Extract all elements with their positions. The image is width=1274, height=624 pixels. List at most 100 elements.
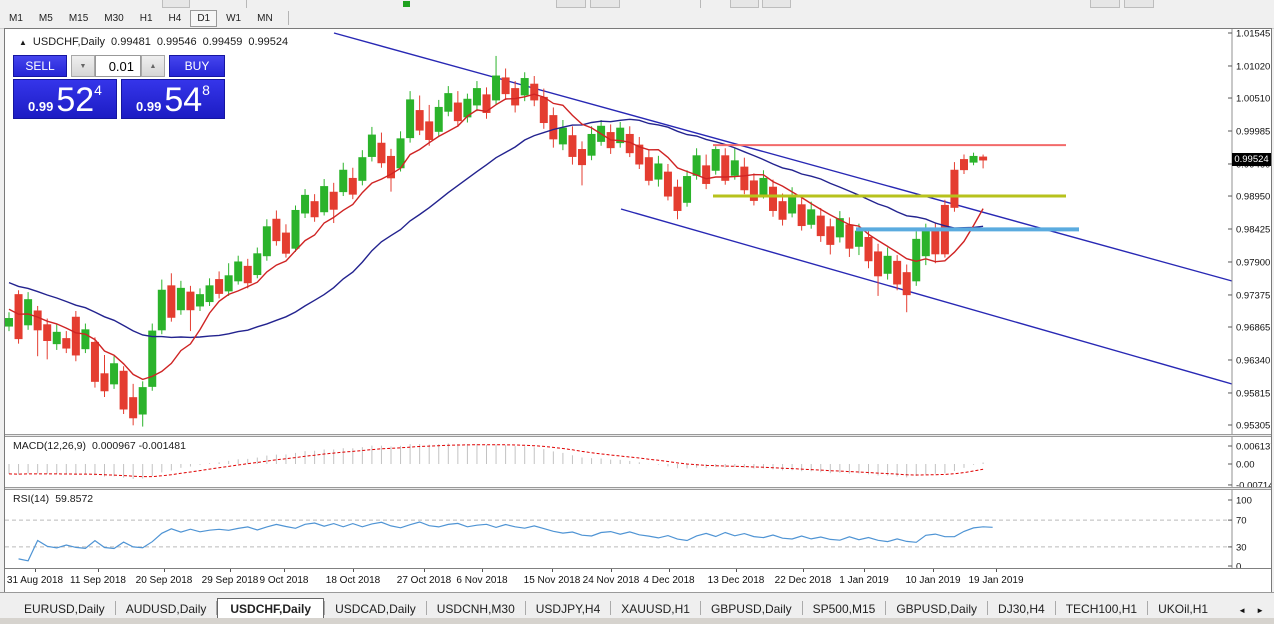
buy-button[interactable]: BUY <box>169 55 225 77</box>
svg-text:1.00510: 1.00510 <box>1236 94 1270 105</box>
buy-price-prefix: 0.99 <box>136 98 161 115</box>
macd-label: MACD(12,26,9) <box>13 440 86 452</box>
ohlc-close: 0.99524 <box>248 36 288 48</box>
tab-tech100-h1[interactable]: TECH100,H1 <box>1056 599 1147 619</box>
time-axis-tick <box>35 569 36 572</box>
time-axis-label: 29 Sep 2018 <box>202 575 259 586</box>
time-axis-tick <box>98 569 99 572</box>
time-axis-tick <box>230 569 231 572</box>
time-axis-label: 10 Jan 2019 <box>905 575 960 586</box>
buy-price-big: 54 <box>164 85 202 115</box>
time-axis-tick <box>164 569 165 572</box>
time-axis-tick <box>424 569 425 572</box>
time-axis-label: 27 Oct 2018 <box>397 575 451 586</box>
time-axis-tick <box>803 569 804 572</box>
timeframe-button-M15[interactable]: M15 <box>62 10 95 27</box>
timeframe-button-H4[interactable]: H4 <box>162 10 189 27</box>
rsi-header: RSI(14) 59.8572 <box>13 493 93 505</box>
tab-gbpusd-daily[interactable]: GBPUSD,Daily <box>886 599 987 619</box>
buy-price-button[interactable]: 0.99 54 8 <box>121 79 225 119</box>
time-axis-label: 4 Dec 2018 <box>643 575 694 586</box>
rsi-panel[interactable]: 10070300 <box>5 490 1271 568</box>
clipped-toolbar-button <box>762 0 791 8</box>
time-axis-label: 13 Dec 2018 <box>708 575 765 586</box>
svg-text:0.98950: 0.98950 <box>1236 192 1270 203</box>
tab-dj30-h4[interactable]: DJ30,H4 <box>988 599 1055 619</box>
scroll-right-icon[interactable]: ► <box>1256 606 1264 615</box>
time-axis-tick <box>353 569 354 572</box>
timeframe-button-M5[interactable]: M5 <box>32 10 60 27</box>
svg-text:1.01020: 1.01020 <box>1236 61 1270 72</box>
rsi-value: 59.8572 <box>55 493 93 505</box>
toolbar-separator <box>246 0 247 8</box>
time-axis-tick <box>284 569 285 572</box>
time-axis-label: 6 Nov 2018 <box>456 575 507 586</box>
tab-usdjpy-h4[interactable]: USDJPY,H4 <box>526 599 610 619</box>
rsi-label: RSI(14) <box>13 493 49 505</box>
current-price-value: 0.99524 <box>1234 154 1268 165</box>
svg-text:0.95305: 0.95305 <box>1236 421 1270 432</box>
macd-panel[interactable]: 0.0061370.00-0.007142 <box>5 437 1271 487</box>
volume-increase-button[interactable]: ▲ <box>141 55 165 77</box>
tab-ukoil-h1[interactable]: UKOil,H1 <box>1148 599 1218 619</box>
tab-usdcad-daily[interactable]: USDCAD,Daily <box>325 599 426 619</box>
svg-text:1.01545: 1.01545 <box>1236 29 1270 40</box>
svg-text:0.95815: 0.95815 <box>1236 388 1270 399</box>
sell-price-pip: 4 <box>94 84 102 96</box>
sell-button[interactable]: SELL <box>13 55 67 77</box>
timeframe-button-M30[interactable]: M30 <box>97 10 130 27</box>
tab-usdcnh-m30[interactable]: USDCNH,M30 <box>427 599 525 619</box>
ohlc-low: 0.99459 <box>203 36 243 48</box>
timeframe-button-W1[interactable]: W1 <box>219 10 248 27</box>
macd-values: 0.000967 -0.001481 <box>92 440 186 452</box>
ohlc-high: 0.99546 <box>157 36 197 48</box>
chart-tabs-bar: EURUSD,DailyAUDUSD,DailyUSDCHF,DailyUSDC… <box>0 592 1274 619</box>
time-axis-label: 22 Dec 2018 <box>775 575 832 586</box>
time-axis-label: 24 Nov 2018 <box>583 575 640 586</box>
timeframe-button-D1[interactable]: D1 <box>190 10 217 27</box>
svg-text:70: 70 <box>1236 516 1247 527</box>
time-axis-tick <box>864 569 865 572</box>
tab-sp500-m15[interactable]: SP500,M15 <box>803 599 886 619</box>
time-axis-label: 18 Oct 2018 <box>326 575 380 586</box>
sell-price-button[interactable]: 0.99 52 4 <box>13 79 117 119</box>
time-axis-tick <box>669 569 670 572</box>
chart-ohlc-header: ▲ USDCHF,Daily 0.99481 0.99546 0.99459 0… <box>19 36 288 48</box>
svg-text:0.96340: 0.96340 <box>1236 355 1270 366</box>
svg-text:30: 30 <box>1236 542 1247 553</box>
timeframe-button-M1[interactable]: M1 <box>2 10 30 27</box>
volume-decrease-button[interactable]: ▼ <box>71 55 95 77</box>
tab-xauusd-h1[interactable]: XAUUSD,H1 <box>611 599 700 619</box>
time-axis-label: 1 Jan 2019 <box>839 575 889 586</box>
clipped-toolbar-button <box>590 0 620 8</box>
time-axis-tick <box>482 569 483 572</box>
clipped-toolbar-button <box>1124 0 1154 8</box>
clipped-toolbar-button <box>1090 0 1120 8</box>
tab-audusd-daily[interactable]: AUDUSD,Daily <box>116 599 217 619</box>
svg-text:0.98425: 0.98425 <box>1236 225 1270 236</box>
time-axis[interactable]: 31 Aug 201811 Sep 201820 Sep 201829 Sep … <box>5 568 1271 593</box>
timeframe-button-H1[interactable]: H1 <box>133 10 160 27</box>
one-click-trading-panel: SELL ▼ ▲ BUY 0.99 52 4 0.99 54 8 <box>13 55 229 119</box>
timeframe-toolbar: M1M5M15M30H1H4D1W1MN <box>0 8 1274 29</box>
svg-text:0.99985: 0.99985 <box>1236 127 1270 138</box>
toolbar-separator <box>288 11 289 25</box>
collapse-arrow-icon[interactable]: ▲ <box>19 38 27 47</box>
tab-gbpusd-daily[interactable]: GBPUSD,Daily <box>701 599 802 619</box>
time-axis-tick <box>933 569 934 572</box>
time-axis-label: 19 Jan 2019 <box>968 575 1023 586</box>
svg-text:0.97375: 0.97375 <box>1236 290 1270 301</box>
scroll-left-icon[interactable]: ◄ <box>1238 606 1246 615</box>
ohlc-open: 0.99481 <box>111 36 151 48</box>
time-axis-label: 31 Aug 2018 <box>7 575 63 586</box>
timeframe-button-MN[interactable]: MN <box>250 10 280 27</box>
time-axis-label: 15 Nov 2018 <box>524 575 581 586</box>
buy-price-pip: 8 <box>202 84 210 96</box>
macd-header: MACD(12,26,9) 0.000967 -0.001481 <box>13 440 186 452</box>
volume-input[interactable] <box>95 55 141 77</box>
trading-platform-window: M1M5M15M30H1H4D1W1MN 1.01545 1.01020 1.005… <box>0 0 1274 624</box>
svg-text:100: 100 <box>1236 496 1252 507</box>
tab-usdchf-daily[interactable]: USDCHF,Daily <box>217 598 324 619</box>
tab-eurusd-daily[interactable]: EURUSD,Daily <box>14 599 115 619</box>
clipped-toolbar-button <box>730 0 759 8</box>
